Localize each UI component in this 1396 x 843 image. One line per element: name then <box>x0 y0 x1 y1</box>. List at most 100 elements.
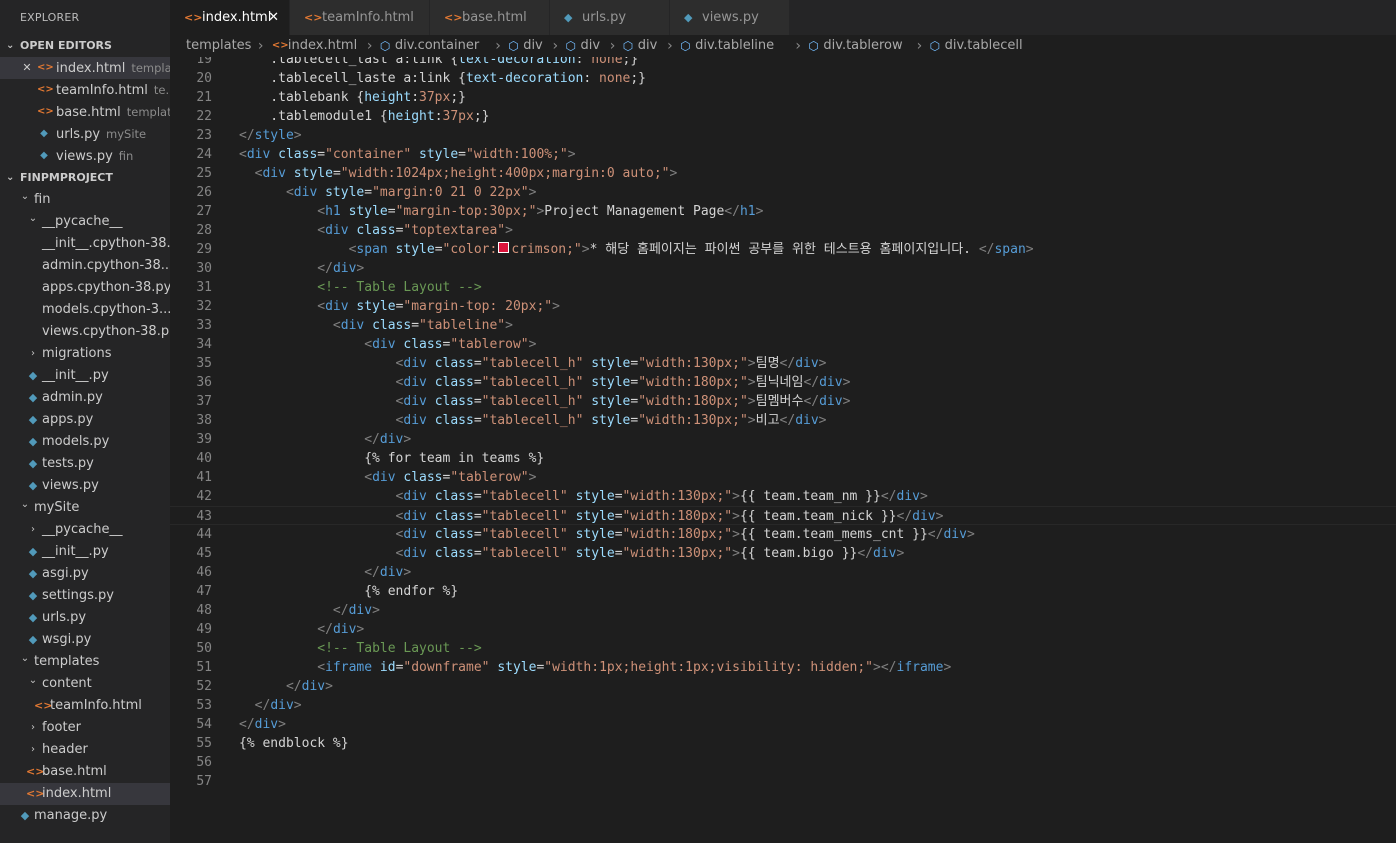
close-icon[interactable]: ✕ <box>20 57 34 79</box>
breadcrumb-item[interactable]: templates <box>186 35 251 57</box>
code-line[interactable]: 55 {% endblock %} <box>170 734 1396 753</box>
code-line[interactable]: 23 </style> <box>170 126 1396 145</box>
breadcrumb-item[interactable]: div.tablecell <box>945 35 1023 57</box>
tree-item[interactable]: ◆ admin.py <box>0 387 170 409</box>
code-line[interactable]: 26 <div style="margin:0 21 0 22px"> <box>170 183 1396 202</box>
code-line[interactable]: 34 <div class="tablerow"> <box>170 335 1396 354</box>
tree-item[interactable]: admin.cpython-38.... <box>0 255 170 277</box>
line-number: 31 <box>196 280 212 295</box>
open-editor-item[interactable]: ◆ urls.py mySite <box>0 123 170 145</box>
code-line[interactable]: 56 <box>170 753 1396 772</box>
tab-urls-py[interactable]: ◆ urls.py <box>550 0 670 35</box>
code-line[interactable]: 38 <div class="tablecell_h" style="width… <box>170 411 1396 430</box>
code-line[interactable]: 22 .tablemodule1 {height:37px;} <box>170 107 1396 126</box>
line-number: 38 <box>196 413 212 428</box>
tab-base-html[interactable]: <> base.html <box>430 0 550 35</box>
tree-item[interactable]: ⌄ content <box>0 673 170 695</box>
tree-item[interactable]: <> index.html <box>0 783 170 805</box>
code-line[interactable]: 41 <div class="tablerow"> <box>170 468 1396 487</box>
color-swatch[interactable] <box>498 242 510 253</box>
code-line[interactable]: 39 </div> <box>170 430 1396 449</box>
code-line[interactable]: 48 </div> <box>170 601 1396 620</box>
tab-index-html[interactable]: <> index.html ✕ <box>170 0 290 35</box>
open-editors-header[interactable]: ⌄ OPEN EDITORS <box>0 35 170 57</box>
code-line[interactable]: 27 <h1 style="margin-top:30px;">Project … <box>170 202 1396 221</box>
code-line[interactable]: 28 <div class="toptextarea"> <box>170 221 1396 240</box>
tree-item[interactable]: › __pycache__ <box>0 519 170 541</box>
tree-item[interactable]: ◆ tests.py <box>0 453 170 475</box>
tree-item[interactable]: ◆ settings.py <box>0 585 170 607</box>
tree-item[interactable]: models.cpython-3... <box>0 299 170 321</box>
code-line[interactable]: 57 <box>170 772 1396 791</box>
code-line[interactable]: 40 {% for team in teams %} <box>170 449 1396 468</box>
line-number: 24 <box>196 147 212 162</box>
code-line[interactable]: 33 <div class="tableline"> <box>170 316 1396 335</box>
code-line[interactable]: 24 <div class="container" style="width:10… <box>170 145 1396 164</box>
tree-item[interactable]: ◆ apps.py <box>0 409 170 431</box>
tab-teaminfo-html[interactable]: <> teamInfo.html <box>290 0 430 35</box>
code-line[interactable]: 47 {% endfor %} <box>170 582 1396 601</box>
tree-item[interactable]: › footer <box>0 717 170 739</box>
code-line[interactable]: 30 </div> <box>170 259 1396 278</box>
code-line[interactable]: 46 </div> <box>170 563 1396 582</box>
tree-item[interactable]: <> base.html <box>0 761 170 783</box>
breadcrumb-item[interactable]: div <box>581 35 601 57</box>
code-line[interactable]: 32 <div style="margin-top: 20px;"> <box>170 297 1396 316</box>
project-header[interactable]: ⌄ FINPMPROJECT <box>0 167 170 189</box>
html-icon: <> <box>444 11 463 24</box>
tree-item[interactable]: ◆ __init__.py <box>0 365 170 387</box>
open-editor-item[interactable]: <>base.html templates <box>0 101 170 123</box>
code-line[interactable]: 31 <!-- Table Layout --> <box>170 278 1396 297</box>
code-line[interactable]: 29 <span style="color: crimson;">* 해당 홈페이… <box>170 240 1396 259</box>
code-line[interactable]: 37 <div class="tablecell_h" style="width… <box>170 392 1396 411</box>
code-line[interactable]: 50 <!-- Table Layout --> <box>170 639 1396 658</box>
tree-item[interactable]: ◆ wsgi.py <box>0 629 170 651</box>
tree-item[interactable]: __init__.cpython-38... <box>0 233 170 255</box>
code-editor[interactable]: 19 .tablecell_last a:link {text-decorati… <box>170 57 1396 843</box>
code-line[interactable]: 42 <div class="tablecell" style="width:1… <box>170 487 1396 506</box>
code-line[interactable]: 45 <div class="tablecell" style="width:1… <box>170 544 1396 563</box>
tree-item[interactable]: ⌄ fin <box>0 189 170 211</box>
tree-item[interactable]: ◆ views.py <box>0 475 170 497</box>
breadcrumb-item[interactable]: div <box>523 35 543 57</box>
tree-item[interactable]: ⌄ mySite <box>0 497 170 519</box>
code-line[interactable]: 54 </div> <box>170 715 1396 734</box>
open-editor-label: base.html templates <box>56 101 170 123</box>
chevron-down-icon: ⌄ <box>20 499 30 510</box>
breadcrumb-item[interactable]: div.container <box>395 35 479 57</box>
tree-item[interactable]: › header <box>0 739 170 761</box>
code-line[interactable]: 20 .tablecell_laste a:link {text-decorat… <box>170 69 1396 88</box>
open-editor-item[interactable]: ✕<>index.html templa... <box>0 57 170 79</box>
code-line[interactable]: 51 <iframe id="downframe" style="width:1… <box>170 658 1396 677</box>
code-line[interactable]: 19 .tablecell_last a:link {text-decorati… <box>170 57 1396 69</box>
code-line[interactable]: 52 </div> <box>170 677 1396 696</box>
code-line[interactable]: 53 </div> <box>170 696 1396 715</box>
breadcrumb-item[interactable]: index.html <box>288 35 357 57</box>
tree-item[interactable]: › migrations <box>0 343 170 365</box>
tree-item[interactable]: ◆ urls.py <box>0 607 170 629</box>
code-line[interactable]: 44 <div class="tablecell" style="width:1… <box>170 525 1396 544</box>
close-icon[interactable]: ✕ <box>268 0 279 35</box>
tree-item[interactable]: apps.cpython-38.pyc <box>0 277 170 299</box>
code-line[interactable]: 36 <div class="tablecell_h" style="width… <box>170 373 1396 392</box>
code-line[interactable]: 21 .tablebank {height:37px;} <box>170 88 1396 107</box>
breadcrumb-item[interactable]: div <box>638 35 658 57</box>
tree-item[interactable]: ◆ models.py <box>0 431 170 453</box>
tree-item[interactable]: ⌄ templates <box>0 651 170 673</box>
tree-item[interactable]: <> teamInfo.html <box>0 695 170 717</box>
code-line[interactable]: 25 <div style="width:1024px;height:400px… <box>170 164 1396 183</box>
code-text: {% for team in teams %} <box>239 451 545 466</box>
code-line[interactable]: 49 </div> <box>170 620 1396 639</box>
tree-item[interactable]: views.cpython-38.p... <box>0 321 170 343</box>
tree-item[interactable]: ◆ manage.py <box>0 805 170 827</box>
open-editor-item[interactable]: <>teamInfo.html te... <box>0 79 170 101</box>
tree-item[interactable]: ◆ asgi.py <box>0 563 170 585</box>
code-line[interactable]: 35 <div class="tablecell_h" style="width… <box>170 354 1396 373</box>
tree-item[interactable]: ⌄ __pycache__ <box>0 211 170 233</box>
breadcrumb-item[interactable]: div.tablerow <box>823 35 902 57</box>
code-line[interactable]: 43 <div class="tablecell" style="width:1… <box>170 506 1396 525</box>
tree-item[interactable]: ◆ __init__.py <box>0 541 170 563</box>
tab-views-py[interactable]: ◆ views.py <box>670 0 790 35</box>
breadcrumb-item[interactable]: div.tableline <box>695 35 774 57</box>
open-editor-item[interactable]: ◆ views.py fin <box>0 145 170 167</box>
